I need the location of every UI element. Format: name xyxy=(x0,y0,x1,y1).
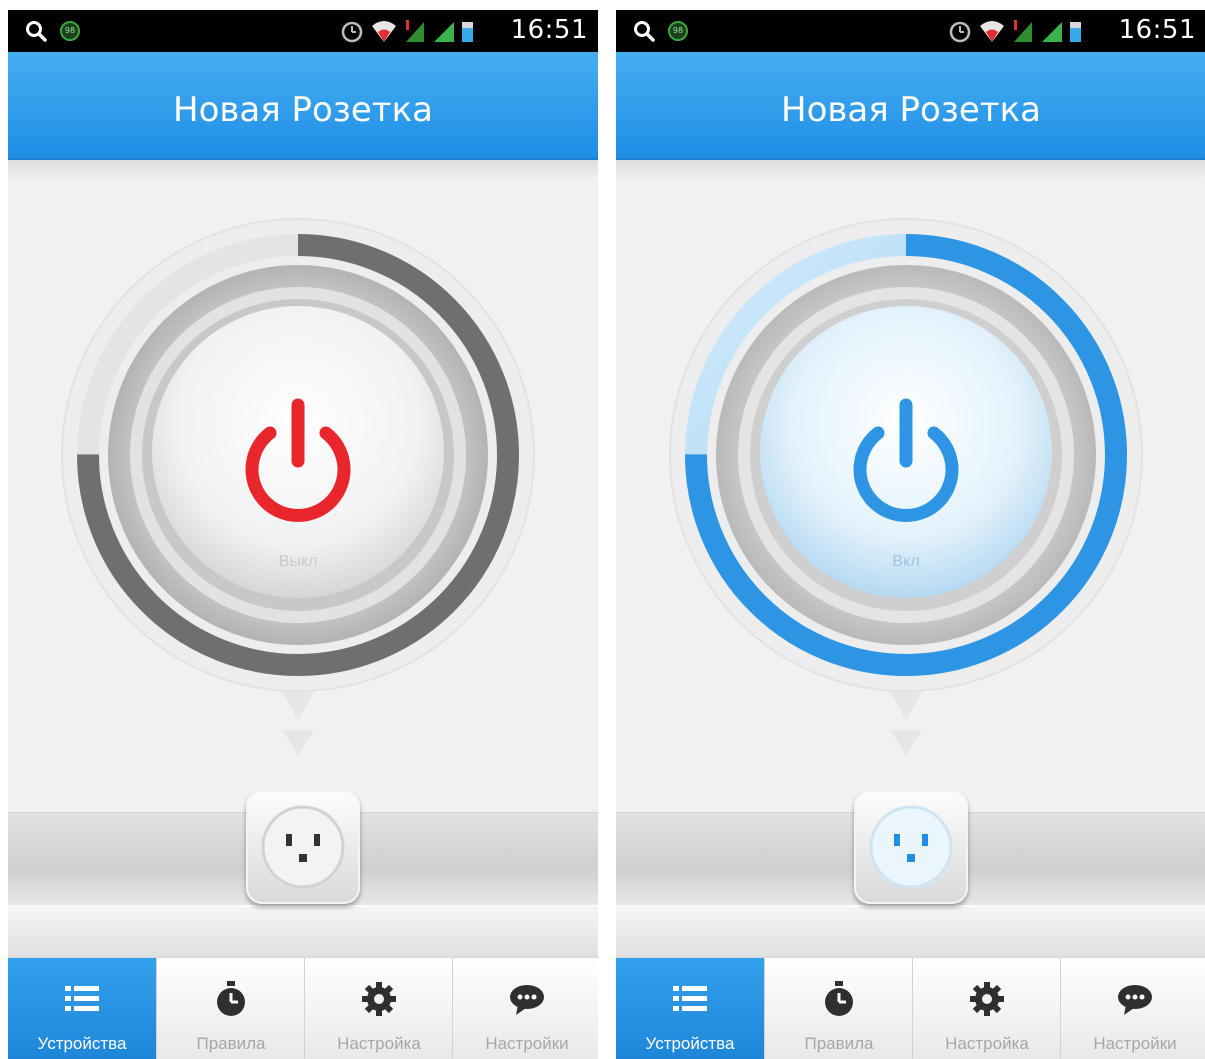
list-icon xyxy=(65,986,99,1011)
status-bar: 98 16:51 xyxy=(616,10,1205,52)
header: Новая Розетка xyxy=(8,52,598,160)
app-badge-icon: 98 xyxy=(60,21,80,41)
page-title: Новая Розетка xyxy=(781,90,1041,130)
signal-icon xyxy=(1014,20,1062,42)
socket-strip-lower xyxy=(8,909,598,957)
tab-rules[interactable]: Правила xyxy=(764,958,912,1059)
timer-icon xyxy=(217,981,245,1016)
bottom-tab-bar: Устройства Правила Настройка Настройки xyxy=(8,957,598,1059)
tab-label: Устройства xyxy=(645,1034,735,1053)
tab-label: Устройства xyxy=(37,1034,127,1053)
power-dial: Выкл xyxy=(48,205,548,765)
socket-icon[interactable] xyxy=(854,790,968,904)
signal-icon xyxy=(406,20,454,42)
tab-rules[interactable]: Правила xyxy=(156,958,304,1059)
status-bar: 98 16:51 xyxy=(8,10,598,52)
wifi-icon xyxy=(372,21,396,42)
status-clock: 16:51 xyxy=(1118,15,1196,45)
tab-setup[interactable]: Настройка xyxy=(304,958,452,1059)
app-badge-icon: 98 xyxy=(668,21,688,41)
pointer-arrow-lower xyxy=(282,730,314,755)
socket-icon[interactable] xyxy=(246,790,360,904)
timer-icon xyxy=(825,981,853,1016)
power-dial: Вкл xyxy=(656,205,1156,765)
phone-screen-on: 98 16:51 Новая Розетка Вкл Устройства Пр… xyxy=(616,10,1205,1059)
alarm-icon xyxy=(949,21,971,43)
tab-devices[interactable]: Устройства xyxy=(8,958,156,1059)
list-icon xyxy=(673,986,707,1011)
battery-icon xyxy=(1070,22,1081,42)
tab-label: Настройка xyxy=(337,1034,421,1053)
page-title: Новая Розетка xyxy=(173,90,433,130)
chat-icon xyxy=(1118,985,1152,1015)
status-clock: 16:51 xyxy=(510,15,588,45)
search-icon xyxy=(634,21,655,42)
tab-settings[interactable]: Настройки xyxy=(452,958,598,1059)
phone-screen-off: 98 16:51 Новая Розетка Выкл Устройства П… xyxy=(8,10,598,1059)
tab-devices[interactable]: Устройства xyxy=(616,958,764,1059)
header: Новая Розетка xyxy=(616,52,1205,160)
header-shadow xyxy=(616,160,1205,180)
gear-icon xyxy=(362,982,396,1016)
socket-strip-lower xyxy=(616,909,1205,957)
tab-label: Настройка xyxy=(945,1034,1029,1053)
socket-icon-graphic xyxy=(869,805,953,889)
socket-icon-graphic xyxy=(261,805,345,889)
tab-label: Настройки xyxy=(485,1034,569,1053)
battery-icon xyxy=(462,22,473,42)
chat-icon xyxy=(510,985,544,1015)
wifi-icon xyxy=(980,21,1004,42)
power-state-label: Вкл xyxy=(892,553,920,570)
tab-label: Правила xyxy=(804,1034,874,1053)
header-shadow xyxy=(8,160,598,180)
status-icons xyxy=(949,20,1081,43)
tab-setup[interactable]: Настройка xyxy=(912,958,1060,1059)
search-icon xyxy=(26,21,47,42)
tab-settings[interactable]: Настройки xyxy=(1060,958,1205,1059)
pointer-arrow-lower xyxy=(890,730,922,755)
tab-label: Настройки xyxy=(1093,1034,1177,1053)
power-state-label: Выкл xyxy=(278,553,318,570)
gear-icon xyxy=(970,982,1004,1016)
tab-label: Правила xyxy=(196,1034,266,1053)
status-icons xyxy=(341,20,473,43)
alarm-icon xyxy=(341,21,363,43)
bottom-tab-bar: Устройства Правила Настройка Настройки xyxy=(616,957,1205,1059)
